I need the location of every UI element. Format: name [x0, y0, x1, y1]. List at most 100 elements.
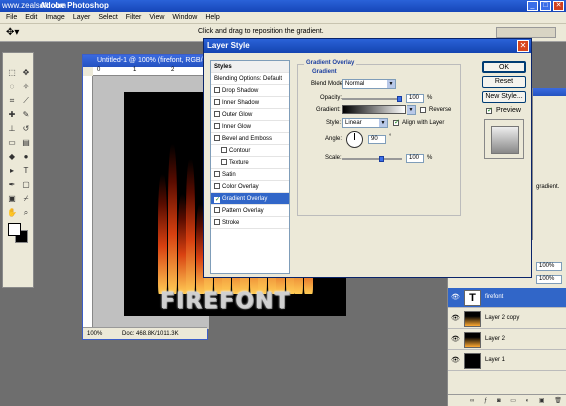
menu-edit[interactable]: Edit — [21, 14, 41, 21]
dialog-title-bar[interactable]: Layer Style ✕ — [204, 39, 531, 53]
menu-filter[interactable]: Filter — [122, 14, 146, 21]
file-browser-tab[interactable] — [496, 27, 556, 38]
adjustment-layer-icon[interactable]: ◐ — [526, 398, 534, 404]
menu-window[interactable]: Window — [168, 14, 201, 21]
foreground-color-swatch[interactable] — [8, 223, 21, 236]
menu-select[interactable]: Select — [94, 14, 121, 21]
trash-icon[interactable]: 🗑 — [554, 398, 566, 404]
style-item-color-overlay[interactable]: Color Overlay — [211, 181, 289, 193]
eraser-tool-icon[interactable]: ▭ — [6, 137, 18, 148]
style-checkbox[interactable] — [214, 111, 220, 117]
style-checkbox[interactable] — [214, 207, 220, 213]
scale-field[interactable]: 100 — [406, 154, 424, 163]
blur-tool-icon[interactable]: ◆ — [6, 151, 18, 162]
notes-tool-icon[interactable]: ▣ — [6, 193, 18, 204]
style-item-contour[interactable]: Contour — [211, 145, 289, 157]
style-item-bevel-emboss[interactable]: Bevel and Emboss — [211, 133, 289, 145]
ok-button[interactable]: OK — [482, 61, 526, 73]
align-with-layer-checkbox[interactable] — [393, 118, 400, 126]
hand-tool-icon[interactable]: ✋ — [6, 207, 18, 218]
style-checkbox[interactable] — [214, 183, 220, 189]
brush-tool-icon[interactable]: ✎ — [20, 109, 32, 120]
eye-icon[interactable]: 👁 — [451, 293, 460, 301]
stamp-tool-icon[interactable]: ⊥ — [6, 123, 18, 134]
reset-button[interactable]: Reset — [482, 76, 526, 88]
pen-tool-icon[interactable]: ✒ — [6, 179, 18, 190]
style-checkbox[interactable] — [214, 99, 220, 105]
minimize-button[interactable]: _ — [527, 1, 538, 11]
gradient-dropdown[interactable]: ▼ — [407, 105, 416, 115]
style-item-pattern-overlay[interactable]: Pattern Overlay — [211, 205, 289, 217]
layer-fill-field[interactable]: 100% — [536, 275, 562, 284]
path-select-icon[interactable]: ▸ — [6, 165, 18, 176]
add-layer-style-icon[interactable]: ƒ — [484, 398, 491, 404]
dialog-close-icon[interactable]: ✕ — [517, 40, 529, 52]
style-item-texture[interactable]: Texture — [211, 157, 289, 169]
magic-wand-icon[interactable]: ✧ — [20, 81, 32, 92]
type-tool-icon[interactable]: T — [20, 165, 32, 176]
shape-tool-icon[interactable]: ▢ — [20, 179, 32, 190]
eye-icon[interactable]: 👁 — [451, 356, 460, 364]
layer-row-layer-2[interactable]: 👁 Layer 2 — [448, 330, 566, 350]
style-select[interactable]: Linear ▼ — [342, 118, 388, 128]
marquee-tool-icon[interactable]: ⬚ — [6, 67, 18, 78]
link-layers-icon[interactable]: ∞ — [470, 398, 478, 404]
document-title[interactable]: Untitled-1 @ 100% (firefont, RGB/8) — [83, 55, 207, 67]
move-tool-icon[interactable]: ✥▾ — [6, 27, 19, 38]
opacity-slider-handle[interactable] — [397, 96, 402, 102]
menu-view[interactable]: View — [145, 14, 168, 21]
eye-icon[interactable]: 👁 — [451, 335, 460, 343]
gradient-picker[interactable] — [342, 105, 406, 114]
zoom-tool-icon[interactable]: ⌕ — [20, 207, 32, 218]
crop-tool-icon[interactable]: ⌗ — [6, 95, 18, 106]
scale-slider-handle[interactable] — [379, 156, 384, 162]
add-mask-icon[interactable]: ◙ — [497, 398, 505, 404]
gradient-tool-icon[interactable]: ▤ — [20, 137, 32, 148]
blend-mode-select[interactable]: Normal ▼ — [342, 79, 396, 89]
history-brush-icon[interactable]: ↺ — [20, 123, 32, 134]
close-button[interactable]: ✕ — [553, 1, 564, 11]
style-item-blending-options[interactable]: Blending Options: Default — [211, 73, 289, 85]
preview-checkbox[interactable] — [486, 106, 493, 114]
new-layer-icon[interactable]: ▣ — [539, 398, 549, 404]
healing-brush-icon[interactable]: ✚ — [6, 109, 18, 120]
opacity-slider[interactable] — [342, 96, 402, 102]
lasso-tool-icon[interactable]: ◌ — [6, 81, 18, 92]
maximize-button[interactable]: □ — [540, 1, 551, 11]
menu-image[interactable]: Image — [41, 14, 68, 21]
style-checkbox[interactable] — [214, 87, 220, 93]
menu-layer[interactable]: Layer — [69, 14, 95, 21]
reverse-checkbox[interactable] — [420, 107, 426, 113]
scale-slider[interactable] — [342, 156, 402, 162]
angle-field[interactable]: 90 — [368, 135, 386, 144]
layer-opacity-field[interactable]: 100% — [536, 262, 562, 271]
menu-file[interactable]: File — [2, 14, 21, 21]
style-item-gradient-overlay[interactable]: ✓ Gradient Overlay — [211, 193, 289, 205]
style-item-drop-shadow[interactable]: Drop Shadow — [211, 85, 289, 97]
style-checkbox-checked[interactable]: ✓ — [214, 197, 220, 203]
eye-icon[interactable]: 👁 — [451, 314, 460, 322]
style-checkbox[interactable] — [221, 147, 227, 153]
slice-tool-icon[interactable]: ⟋ — [20, 95, 32, 106]
angle-dial[interactable] — [346, 131, 363, 148]
styles-list-header[interactable]: Styles — [211, 61, 289, 73]
eyedropper-icon[interactable]: ⌿ — [20, 193, 32, 204]
layer-row-firefont[interactable]: 👁 T firefont — [448, 288, 566, 308]
layer-row-layer-1[interactable]: 👁 Layer 1 — [448, 351, 566, 371]
dodge-tool-icon[interactable]: ● — [20, 151, 32, 162]
style-item-satin[interactable]: Satin — [211, 169, 289, 181]
opacity-field[interactable]: 100 — [406, 94, 424, 103]
new-style-button[interactable]: New Style... — [482, 91, 526, 103]
zoom-level[interactable]: 100% — [87, 331, 102, 337]
style-checkbox[interactable] — [214, 135, 220, 141]
style-item-inner-glow[interactable]: Inner Glow — [211, 121, 289, 133]
style-checkbox[interactable] — [221, 159, 227, 165]
new-group-icon[interactable]: ▭ — [510, 398, 520, 404]
style-checkbox[interactable] — [214, 123, 220, 129]
menu-help[interactable]: Help — [201, 14, 223, 21]
style-checkbox[interactable] — [214, 171, 220, 177]
style-item-outer-glow[interactable]: Outer Glow — [211, 109, 289, 121]
style-item-inner-shadow[interactable]: Inner Shadow — [211, 97, 289, 109]
layer-row-layer-2-copy[interactable]: 👁 Layer 2 copy — [448, 309, 566, 329]
move-tool-icon[interactable]: ✥ — [20, 67, 32, 78]
